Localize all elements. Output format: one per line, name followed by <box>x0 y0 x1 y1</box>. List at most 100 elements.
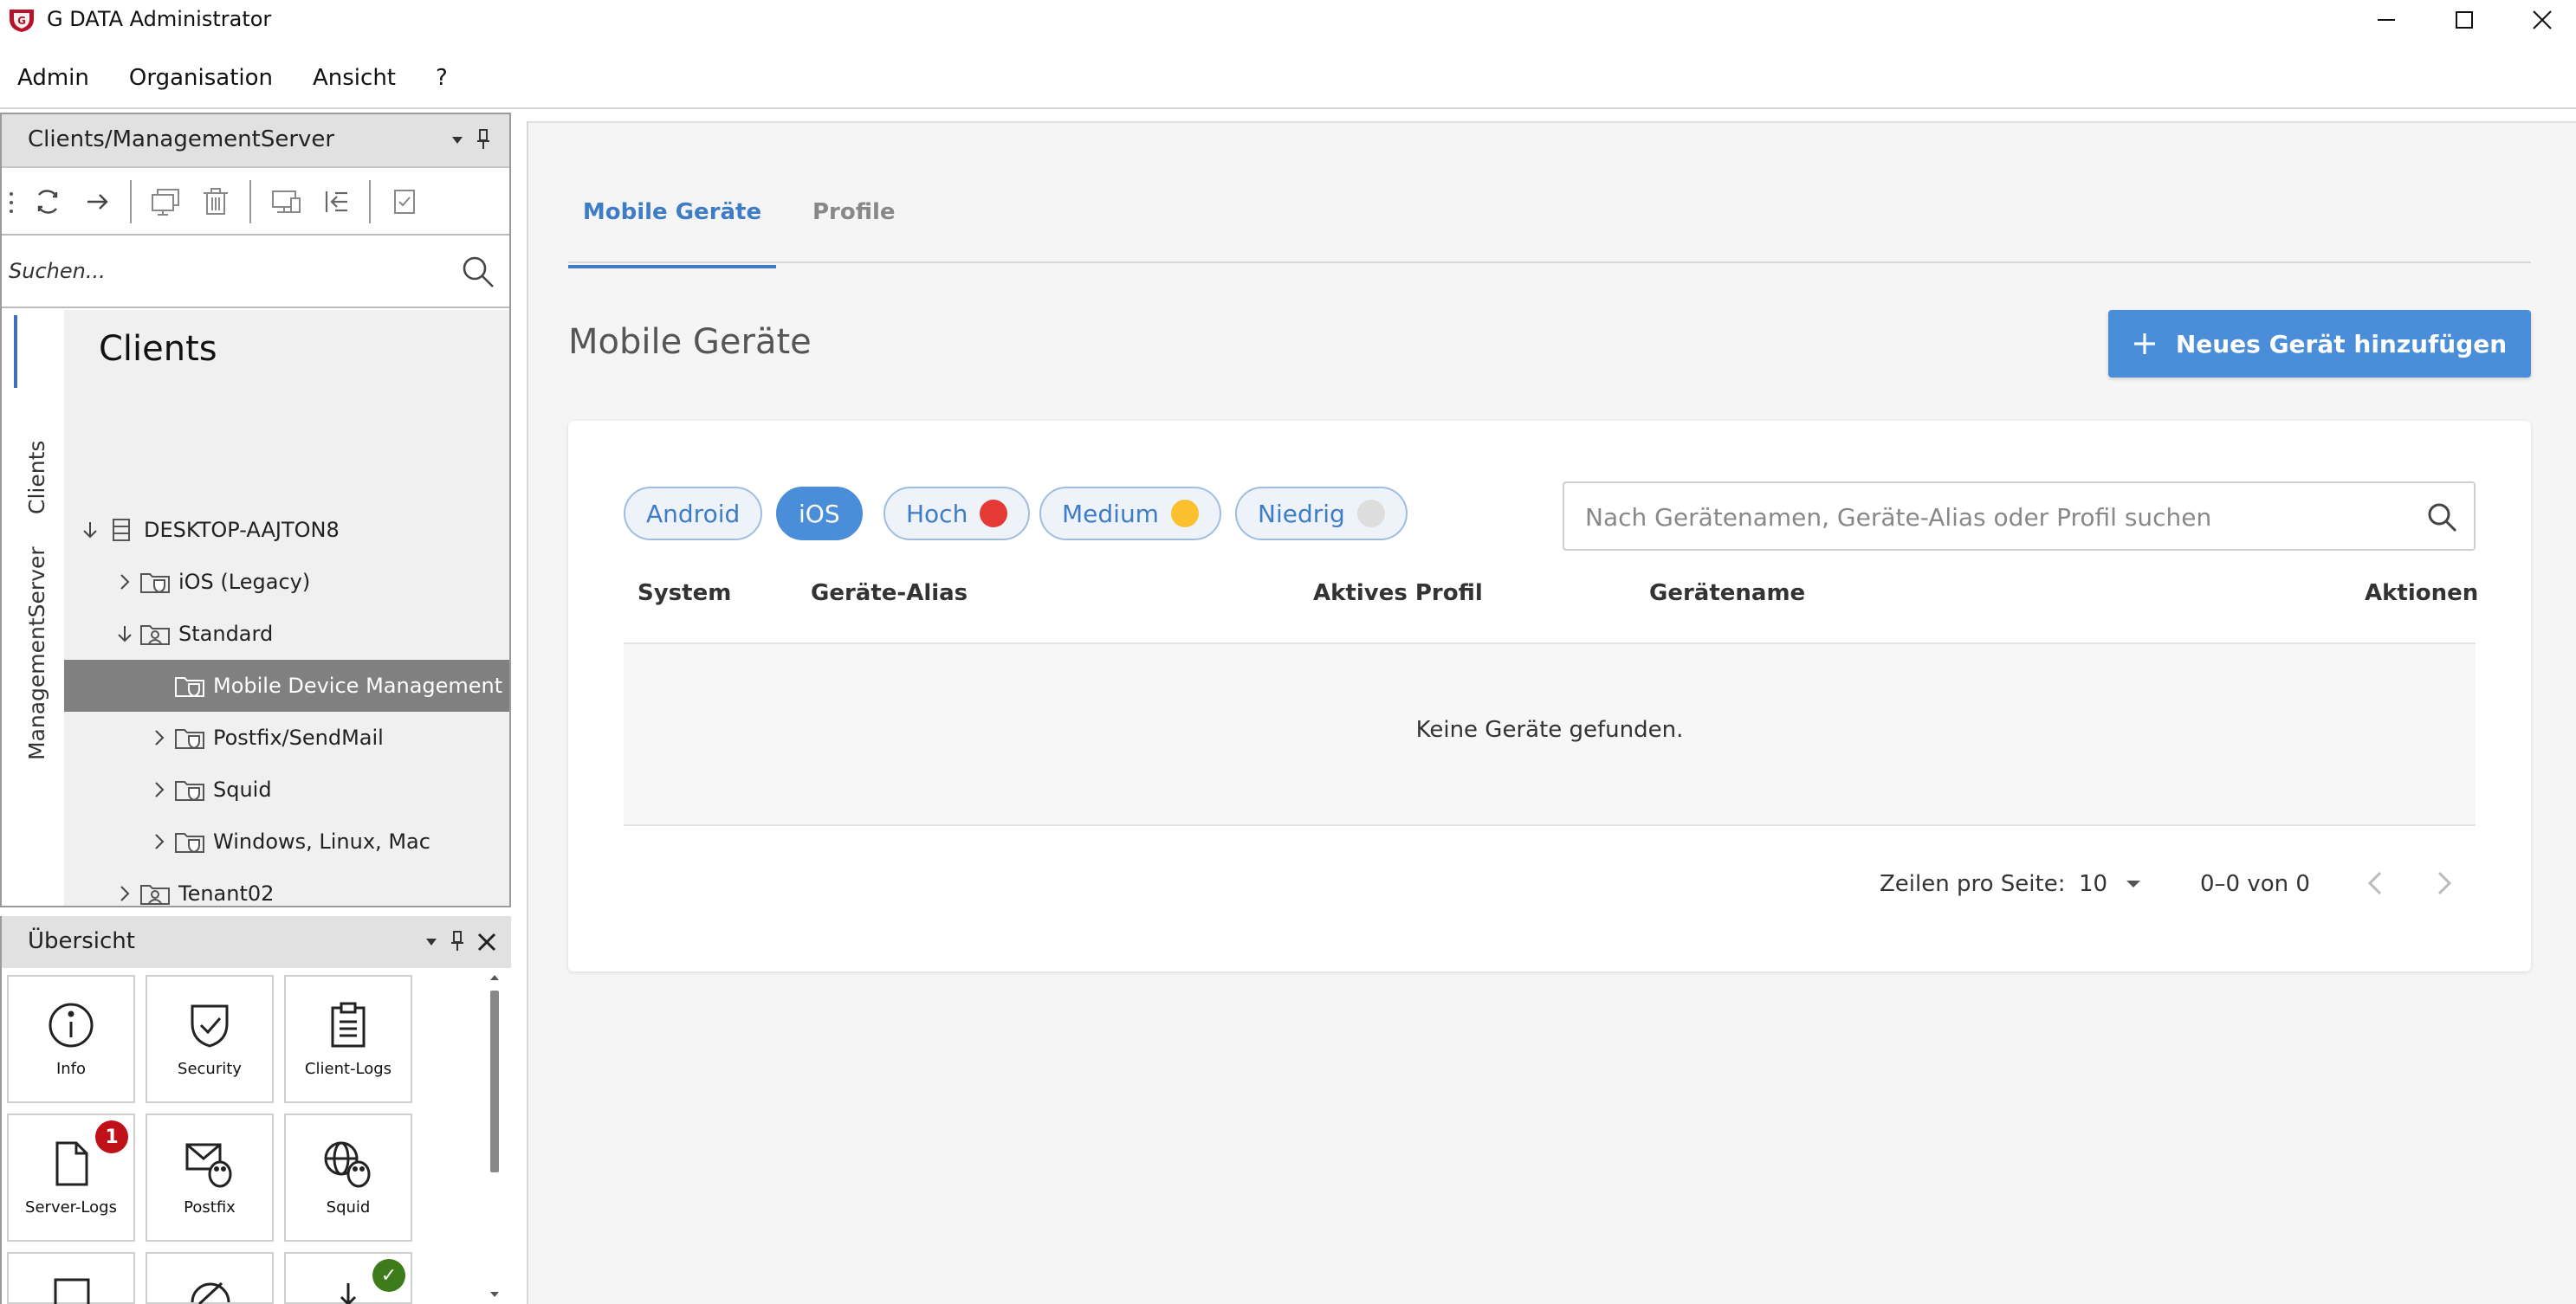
tile-client-logs[interactable]: Client-Logs <box>284 975 412 1103</box>
tile-label: Info <box>55 1060 87 1078</box>
info-icon <box>9 1001 133 1049</box>
filter-niedrig[interactable]: Niedrig <box>1235 487 1408 540</box>
next-page-icon[interactable] <box>2436 869 2453 897</box>
tile-security[interactable]: Security <box>146 975 274 1103</box>
blocked-icon <box>191 1276 230 1304</box>
chip-label: iOS <box>799 499 840 528</box>
scrollbar-thumb[interactable] <box>490 991 499 1172</box>
tree-item-label: DESKTOP-AAJTON8 <box>144 518 340 542</box>
tile-server-logs[interactable]: Server-Logs 1 <box>7 1114 135 1242</box>
chip-label: Android <box>646 499 741 528</box>
panel-dropdown-icon[interactable] <box>424 937 438 947</box>
vtab-managementserver[interactable]: ManagementServer <box>24 546 49 760</box>
checklist-icon[interactable] <box>386 184 423 220</box>
chevron-right-icon[interactable] <box>147 728 172 747</box>
overview-panel: Übersicht Info Security Client-Logs Serv… <box>0 916 511 1304</box>
column-aktives-profil[interactable]: Aktives Profil <box>1313 580 1483 606</box>
rows-per-page-select[interactable]: 10 <box>2079 871 2142 897</box>
close-button[interactable] <box>2503 0 2576 40</box>
refresh-icon[interactable] <box>29 184 66 220</box>
close-icon[interactable] <box>476 932 497 952</box>
severity-high-dot <box>980 500 1008 527</box>
minimize-button[interactable] <box>2347 0 2425 40</box>
download-icon <box>338 1281 359 1304</box>
chevron-down-icon <box>2125 879 2142 889</box>
chevron-right-icon[interactable] <box>147 780 172 799</box>
tile-label: Client-Logs <box>304 1060 392 1078</box>
chevron-down-icon[interactable] <box>78 520 102 539</box>
square-icon <box>54 1278 90 1304</box>
client-tree: Clients DESKTOP-AAJTON8 iOS (Legacy) Sta… <box>64 310 509 906</box>
column-geraetename[interactable]: Gerätename <box>1649 580 1805 606</box>
column-geraete-alias[interactable]: Geräte-Alias <box>811 580 968 606</box>
filter-ios[interactable]: iOS <box>776 487 863 540</box>
search-icon[interactable] <box>2425 500 2460 535</box>
add-client-icon[interactable] <box>147 184 184 220</box>
panel-header: Clients/ManagementServer <box>2 114 509 168</box>
chip-label: Hoch <box>906 499 968 528</box>
tile-label: Squid <box>326 1198 371 1217</box>
tile-label: Server-Logs <box>25 1198 117 1217</box>
arrow-right-icon[interactable] <box>80 184 116 220</box>
pin-icon[interactable] <box>450 930 464 952</box>
maximize-button[interactable] <box>2425 0 2503 40</box>
folder-user-icon <box>137 881 175 907</box>
chevron-right-icon[interactable] <box>113 572 137 591</box>
severity-medium-dot <box>1170 500 1199 527</box>
tree-item-label: Standard <box>178 622 274 646</box>
menu-help[interactable]: ? <box>418 57 470 99</box>
column-system[interactable]: System <box>638 580 731 606</box>
chevron-down-icon[interactable] <box>113 624 137 643</box>
tile-partial[interactable] <box>146 1252 274 1304</box>
main-content: Mobile Geräte Profile Mobile Geräte Neue… <box>527 121 2576 1304</box>
shield-icon <box>147 1001 272 1049</box>
menu-admin[interactable]: Admin <box>0 57 112 99</box>
tile-partial[interactable]: ✓ <box>284 1252 412 1304</box>
empty-message: Keine Geräte gefunden. <box>1415 717 1684 743</box>
tree-item-mdm[interactable]: Mobile Device Management <box>64 660 509 712</box>
menu-organisation[interactable]: Organisation <box>112 57 295 99</box>
tree-item-ios-legacy[interactable]: iOS (Legacy) <box>64 556 509 608</box>
tree-item-windows-linux-mac[interactable]: Windows, Linux, Mac <box>64 816 509 868</box>
tile-postfix[interactable]: Postfix <box>146 1114 274 1242</box>
tab-profile[interactable]: Profile <box>812 199 916 268</box>
toolbar-separator <box>249 180 251 223</box>
filter-hoch[interactable]: Hoch <box>883 487 1031 540</box>
overview-title: Übersicht <box>28 928 135 954</box>
tree-item-desktop[interactable]: DESKTOP-AAJTON8 <box>64 504 509 556</box>
filter-medium[interactable]: Medium <box>1039 487 1221 540</box>
empty-state-row: Keine Geräte gefunden. <box>624 644 2476 824</box>
tree-item-standard[interactable]: Standard <box>64 608 509 660</box>
folder-shield-icon <box>172 777 210 803</box>
filter-android[interactable]: Android <box>624 487 763 540</box>
menu-ansicht[interactable]: Ansicht <box>295 57 418 99</box>
device-search-input[interactable] <box>1585 497 2417 537</box>
chip-label: Niedrig <box>1258 499 1345 528</box>
delete-icon[interactable] <box>197 184 234 220</box>
tree-item-postfix[interactable]: Postfix/SendMail <box>64 712 509 764</box>
tab-mobile-geraete[interactable]: Mobile Geräte <box>568 199 776 268</box>
client-search-input[interactable] <box>9 251 442 291</box>
tree-item-tenant02[interactable]: Tenant02 <box>64 868 509 920</box>
tile-squid[interactable]: Squid <box>284 1114 412 1242</box>
scroll-down-icon[interactable] <box>489 1290 501 1299</box>
column-aktionen: Aktionen <box>2365 580 2479 606</box>
computer-settings-icon[interactable] <box>269 184 305 220</box>
overview-scrollbar[interactable] <box>483 970 508 1304</box>
add-device-button[interactable]: Neues Gerät hinzufügen <box>2108 310 2531 378</box>
tile-partial[interactable] <box>7 1252 135 1304</box>
import-icon[interactable] <box>319 184 355 220</box>
chevron-right-icon[interactable] <box>113 884 137 903</box>
tree-item-squid[interactable]: Squid <box>64 764 509 816</box>
clipboard-icon <box>286 1001 411 1049</box>
tile-info[interactable]: Info <box>7 975 135 1103</box>
vtab-clients[interactable]: Clients <box>24 441 49 514</box>
panel-dropdown-icon[interactable] <box>450 135 464 145</box>
chevron-right-icon[interactable] <box>147 832 172 851</box>
device-search <box>1563 481 2476 551</box>
prev-page-icon[interactable] <box>2366 869 2384 897</box>
tree-item-label: Postfix/SendMail <box>213 726 384 750</box>
search-icon[interactable] <box>461 255 495 289</box>
pin-icon[interactable] <box>476 128 490 151</box>
scroll-up-icon[interactable] <box>489 973 501 982</box>
